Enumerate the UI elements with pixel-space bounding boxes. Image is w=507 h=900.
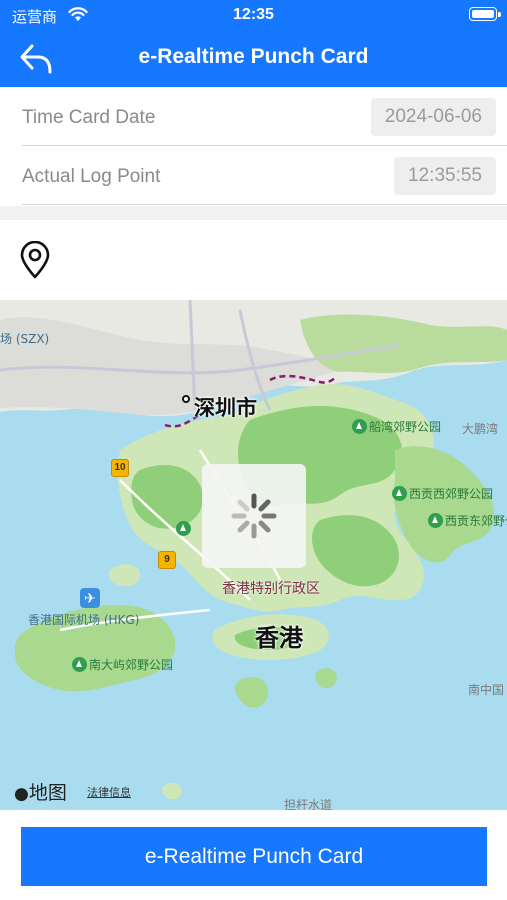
park-icon xyxy=(392,486,407,501)
legal-link[interactable]: 法律信息 xyxy=(87,784,131,800)
airport-icon: ✈ xyxy=(80,588,100,608)
page-title: e-Realtime Punch Card xyxy=(138,45,369,68)
map-label-park: 西贡东郊野公园 xyxy=(428,512,507,529)
map-label: 香港国际机场 (HKG) xyxy=(28,613,140,627)
location-row[interactable] xyxy=(0,220,507,300)
battery-icon xyxy=(469,7,501,21)
divider xyxy=(22,145,507,146)
actual-log-point-field: 12:35:55 xyxy=(394,157,496,195)
top-bar: 运营商 12:35 e-Realtime Punch Card xyxy=(0,0,507,87)
park-icon xyxy=(72,657,87,672)
punch-card-button[interactable]: e-Realtime Punch Card xyxy=(21,827,487,886)
map-brand: ●地图 xyxy=(14,782,67,804)
map-label-city: 香港 xyxy=(255,624,303,652)
route-badge: 10 xyxy=(111,459,129,477)
map-label-park: 西贡西郊野公园 xyxy=(392,485,493,502)
status-time: 12:35 xyxy=(233,6,274,23)
route-badge: 9 xyxy=(158,551,176,569)
map-label-region: 香港特别行政区 xyxy=(222,581,320,597)
status-bar: 运营商 12:35 xyxy=(0,0,507,30)
park-icon xyxy=(176,521,191,536)
actual-log-point-label: Actual Log Point xyxy=(22,166,161,187)
loading-spinner xyxy=(202,464,306,568)
time-card-date-row: Time Card Date 2024-06-06 xyxy=(0,88,507,146)
map-label-park: 船湾郊野公园 xyxy=(352,418,441,435)
apple-icon: ● xyxy=(14,784,29,804)
time-card-date-field: 2024-06-06 xyxy=(370,98,496,136)
map-label: 场 (SZX) xyxy=(0,332,50,346)
section-gap xyxy=(0,206,507,220)
bottom-action-area: e-Realtime Punch Card xyxy=(0,810,507,900)
time-card-date-label: Time Card Date xyxy=(22,107,156,128)
park-icon xyxy=(428,513,443,528)
map-view[interactable]: 场 (SZX) 深圳市 船湾郊野公园 大鹏湾 西贡西郊野公园 西贡东郊野公园 香… xyxy=(0,300,507,810)
map-label: 大鹏湾 xyxy=(462,422,499,436)
divider xyxy=(22,204,507,205)
map-label-park: 南大屿郊野公园 xyxy=(72,656,173,673)
park-icon xyxy=(352,419,367,434)
map-label: 南中国 xyxy=(468,683,505,697)
map-label: 担杆水道 xyxy=(284,798,333,810)
spinner-icon xyxy=(231,493,277,539)
city-dot-icon xyxy=(182,395,190,403)
actual-log-point-row: Actual Log Point 12:35:55 xyxy=(0,147,507,205)
location-pin-icon xyxy=(20,241,50,279)
map-label-city: 深圳市 xyxy=(182,392,257,422)
